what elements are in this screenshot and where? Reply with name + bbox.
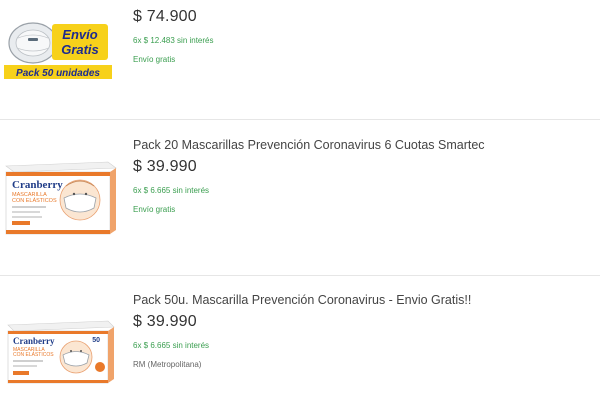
svg-text:Gratis: Gratis	[61, 42, 99, 57]
svg-text:Cranberry: Cranberry	[12, 179, 63, 191]
item-price: $ 39.990	[133, 313, 197, 330]
item-title[interactable]: Pack 50u. Mascarilla Prevención Coronavi…	[133, 293, 590, 307]
product-image[interactable]: Envío Gratis Pack 50 unidades	[0, 10, 120, 90]
item-location: RM (Metropolitana)	[133, 360, 202, 369]
free-shipping-badge: Envío Gratis	[52, 24, 108, 60]
mask-box-icon: Cranberry MASCARILLA CON ELÁSTICOS 50	[7, 320, 115, 384]
product-image[interactable]: Cranberry MASCARILLA CON ELÁSTICOS 50	[0, 317, 120, 387]
svg-text:Envío: Envío	[62, 27, 97, 42]
svg-text:CON ELÁSTICOS: CON ELÁSTICOS	[13, 351, 54, 358]
image-caption: Pack 50 unidades	[16, 68, 100, 79]
item-installments: 6x $ 12.483 sin interés	[133, 36, 214, 45]
item-info: Pack 20 Mascarillas Prevención Coronavir…	[133, 138, 590, 214]
mask-box-icon: Cranberry MASCARILLA CON ELÁSTICOS	[5, 161, 117, 235]
item-info: $ 74.900 6x $ 12.483 sin interés Envío g…	[133, 8, 590, 64]
search-results-list: Envío Gratis Pack 50 unidades $ 74.900 6…	[0, 0, 600, 400]
item-title[interactable]: Pack 20 Mascarillas Prevención Coronavir…	[133, 138, 590, 152]
face-mask-icon	[8, 22, 58, 64]
divider	[0, 119, 600, 120]
list-item[interactable]: Cranberry MASCARILLA CON ELÁSTICOS Pack …	[0, 121, 600, 276]
svg-text:Cranberry: Cranberry	[13, 336, 55, 346]
list-item[interactable]: Cranberry MASCARILLA CON ELÁSTICOS 50 Pa…	[0, 277, 600, 400]
product-image[interactable]: Cranberry MASCARILLA CON ELÁSTICOS	[0, 158, 120, 238]
item-installments: 6x $ 6.665 sin interés	[133, 186, 210, 195]
item-info: Pack 50u. Mascarilla Prevención Coronavi…	[133, 293, 590, 369]
svg-text:50: 50	[92, 337, 100, 344]
item-price: $ 74.900	[133, 8, 197, 25]
item-shipping: Envío gratis	[133, 55, 176, 64]
list-item[interactable]: Envío Gratis Pack 50 unidades $ 74.900 6…	[0, 0, 600, 120]
item-shipping: Envío gratis	[133, 205, 176, 214]
item-price: $ 39.990	[133, 158, 197, 175]
divider	[0, 275, 600, 276]
svg-text:CON ELÁSTICOS: CON ELÁSTICOS	[12, 197, 57, 204]
item-installments: 6x $ 6.665 sin interés	[133, 341, 210, 350]
